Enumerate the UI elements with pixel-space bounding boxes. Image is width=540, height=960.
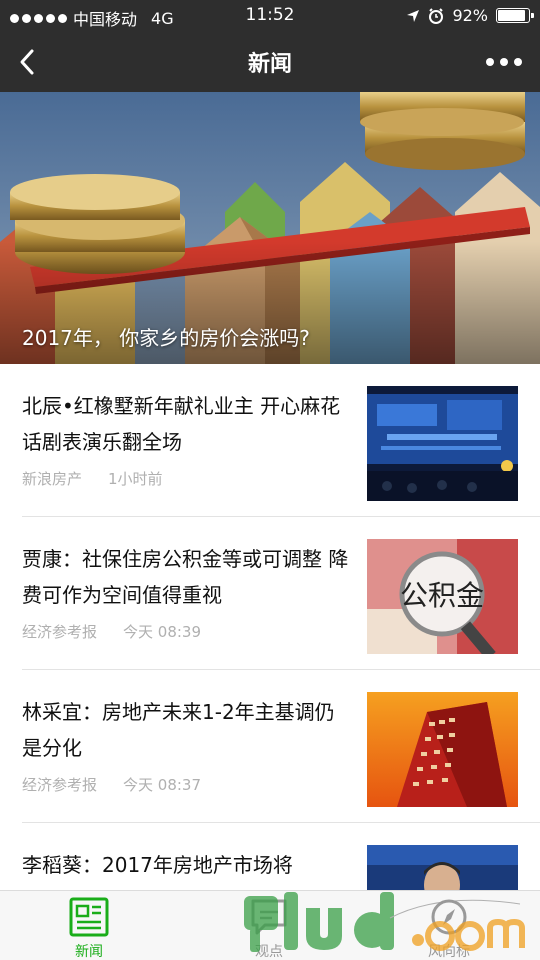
news-thumbnail xyxy=(367,692,518,807)
battery-icon xyxy=(496,8,534,23)
location-arrow-icon xyxy=(407,9,420,22)
tab-opinions-label: 观点 xyxy=(255,944,283,960)
speech-bubble-icon xyxy=(251,899,287,935)
compass-icon xyxy=(431,899,467,935)
news-meta: 新浪房产 1小时前 xyxy=(22,468,163,489)
news-meta: 经济参考报 今天 08:37 xyxy=(22,774,201,795)
tab-news[interactable]: 新闻 xyxy=(29,891,149,960)
news-source: 新浪房产 xyxy=(22,470,83,488)
news-item[interactable]: 林采宜：房地产未来1-2年主基调仍是分化 经济参考报 今天 08:37 xyxy=(0,670,540,823)
news-headline: 林采宜：房地产未来1-2年主基调仍是分化 xyxy=(22,700,335,760)
news-thumbnail xyxy=(367,386,518,501)
more-options-icon[interactable] xyxy=(486,58,522,66)
news-source: 经济参考报 xyxy=(22,623,98,641)
news-time: 今天 08:37 xyxy=(123,776,202,794)
news-time: 今天 08:39 xyxy=(123,623,202,641)
news-meta: 经济参考报 今天 08:39 xyxy=(22,621,201,642)
page-title: 新闻 xyxy=(247,52,292,77)
portrait-photo xyxy=(367,845,518,890)
news-time: 1小时前 xyxy=(108,470,163,488)
news-item[interactable]: 贾康：社保住房公积金等或可调整 降费可作为空间值得重视 经济参考报 今天 08:… xyxy=(0,517,540,670)
battery-percent: 92% xyxy=(452,6,488,25)
battery-fill xyxy=(498,10,525,21)
building-photo xyxy=(367,692,518,807)
news-list: 北辰•红橡墅新年献礼业主 开心麻花话剧表演乐翻全场 新浪房产 1小时前 贾康：社… xyxy=(0,364,540,890)
news-thumbnail: 公积金 xyxy=(367,539,518,654)
news-thumbnail xyxy=(367,845,518,890)
tab-opinions[interactable]: 观点 xyxy=(209,891,329,960)
alarm-icon xyxy=(429,7,444,24)
tab-news-label: 新闻 xyxy=(75,944,103,960)
news-source: 经济参考报 xyxy=(22,776,98,794)
navigation-bar: 新闻 xyxy=(0,32,540,92)
hero-banner[interactable]: 2017年， 你家乡的房价会涨吗? xyxy=(0,92,540,364)
news-headline: 贾康：社保住房公积金等或可调整 降费可作为空间值得重视 xyxy=(22,547,349,607)
tab-trends-label: 风向标 xyxy=(428,944,470,960)
news-headline: 北辰•红橡墅新年献礼业主 开心麻花话剧表演乐翻全场 xyxy=(22,394,341,454)
status-bar: 中国移动 4G 11:52 92% xyxy=(0,0,540,32)
gongjijin-photo: 公积金 xyxy=(367,539,518,654)
status-right: 92% xyxy=(406,6,534,25)
newspaper-icon xyxy=(69,897,109,937)
tab-bar: 新闻 观点 风向标 xyxy=(0,890,540,960)
news-item[interactable]: 北辰•红橡墅新年献礼业主 开心麻花话剧表演乐翻全场 新浪房产 1小时前 xyxy=(0,364,540,517)
thumbnail-caption: 公积金 xyxy=(400,579,484,612)
tab-trends[interactable]: 风向标 xyxy=(389,891,509,960)
news-headline: 李稻葵：2017年房地产市场将 xyxy=(22,853,293,877)
conference-photo xyxy=(367,386,518,501)
news-item[interactable]: 李稻葵：2017年房地产市场将 xyxy=(0,823,540,890)
hero-caption: 2017年， 你家乡的房价会涨吗? xyxy=(22,326,310,350)
